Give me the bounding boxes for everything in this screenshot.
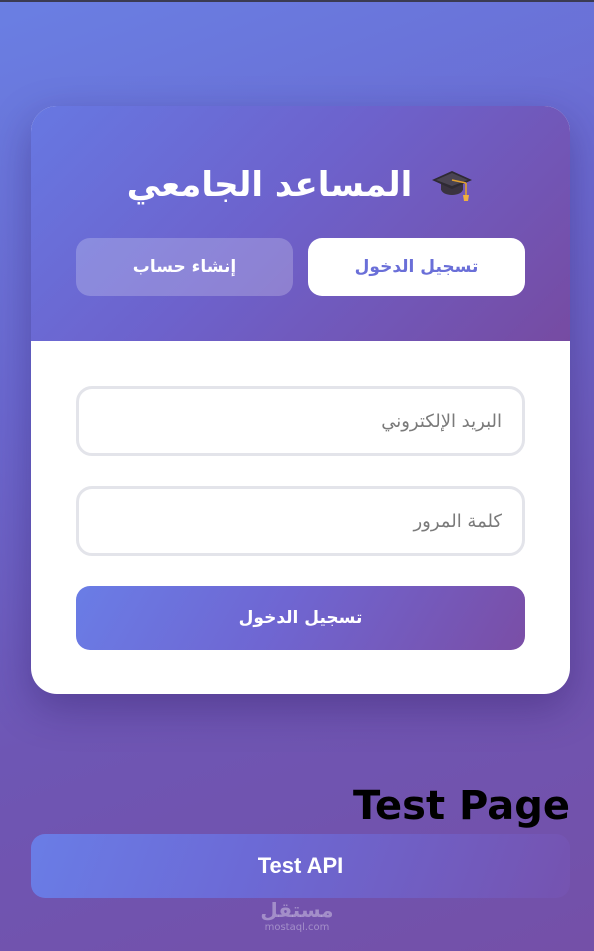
card-header: المساعد الجامعي تسجيل الدخول إنشاء حساب [31, 106, 570, 341]
watermark-main: مستقل [260, 898, 334, 922]
test-api-button[interactable]: Test API [31, 834, 570, 898]
login-submit-button[interactable]: تسجيل الدخول [76, 586, 525, 650]
watermark-logo: مستقل mostaql.com [0, 898, 594, 938]
auth-card: المساعد الجامعي تسجيل الدخول إنشاء حساب … [31, 106, 570, 694]
password-input[interactable] [76, 486, 525, 556]
page-title: المساعد الجامعي [126, 165, 413, 205]
tab-login[interactable]: تسجيل الدخول [308, 238, 525, 296]
email-input[interactable] [76, 386, 525, 456]
test-page-heading: Test Page [353, 783, 570, 829]
tab-register[interactable]: إنشاء حساب [76, 238, 293, 296]
top-border [0, 0, 594, 2]
graduation-cap-icon [430, 165, 474, 205]
brand: المساعد الجامعي [31, 160, 570, 210]
watermark-sub: mostaql.com [264, 922, 330, 933]
